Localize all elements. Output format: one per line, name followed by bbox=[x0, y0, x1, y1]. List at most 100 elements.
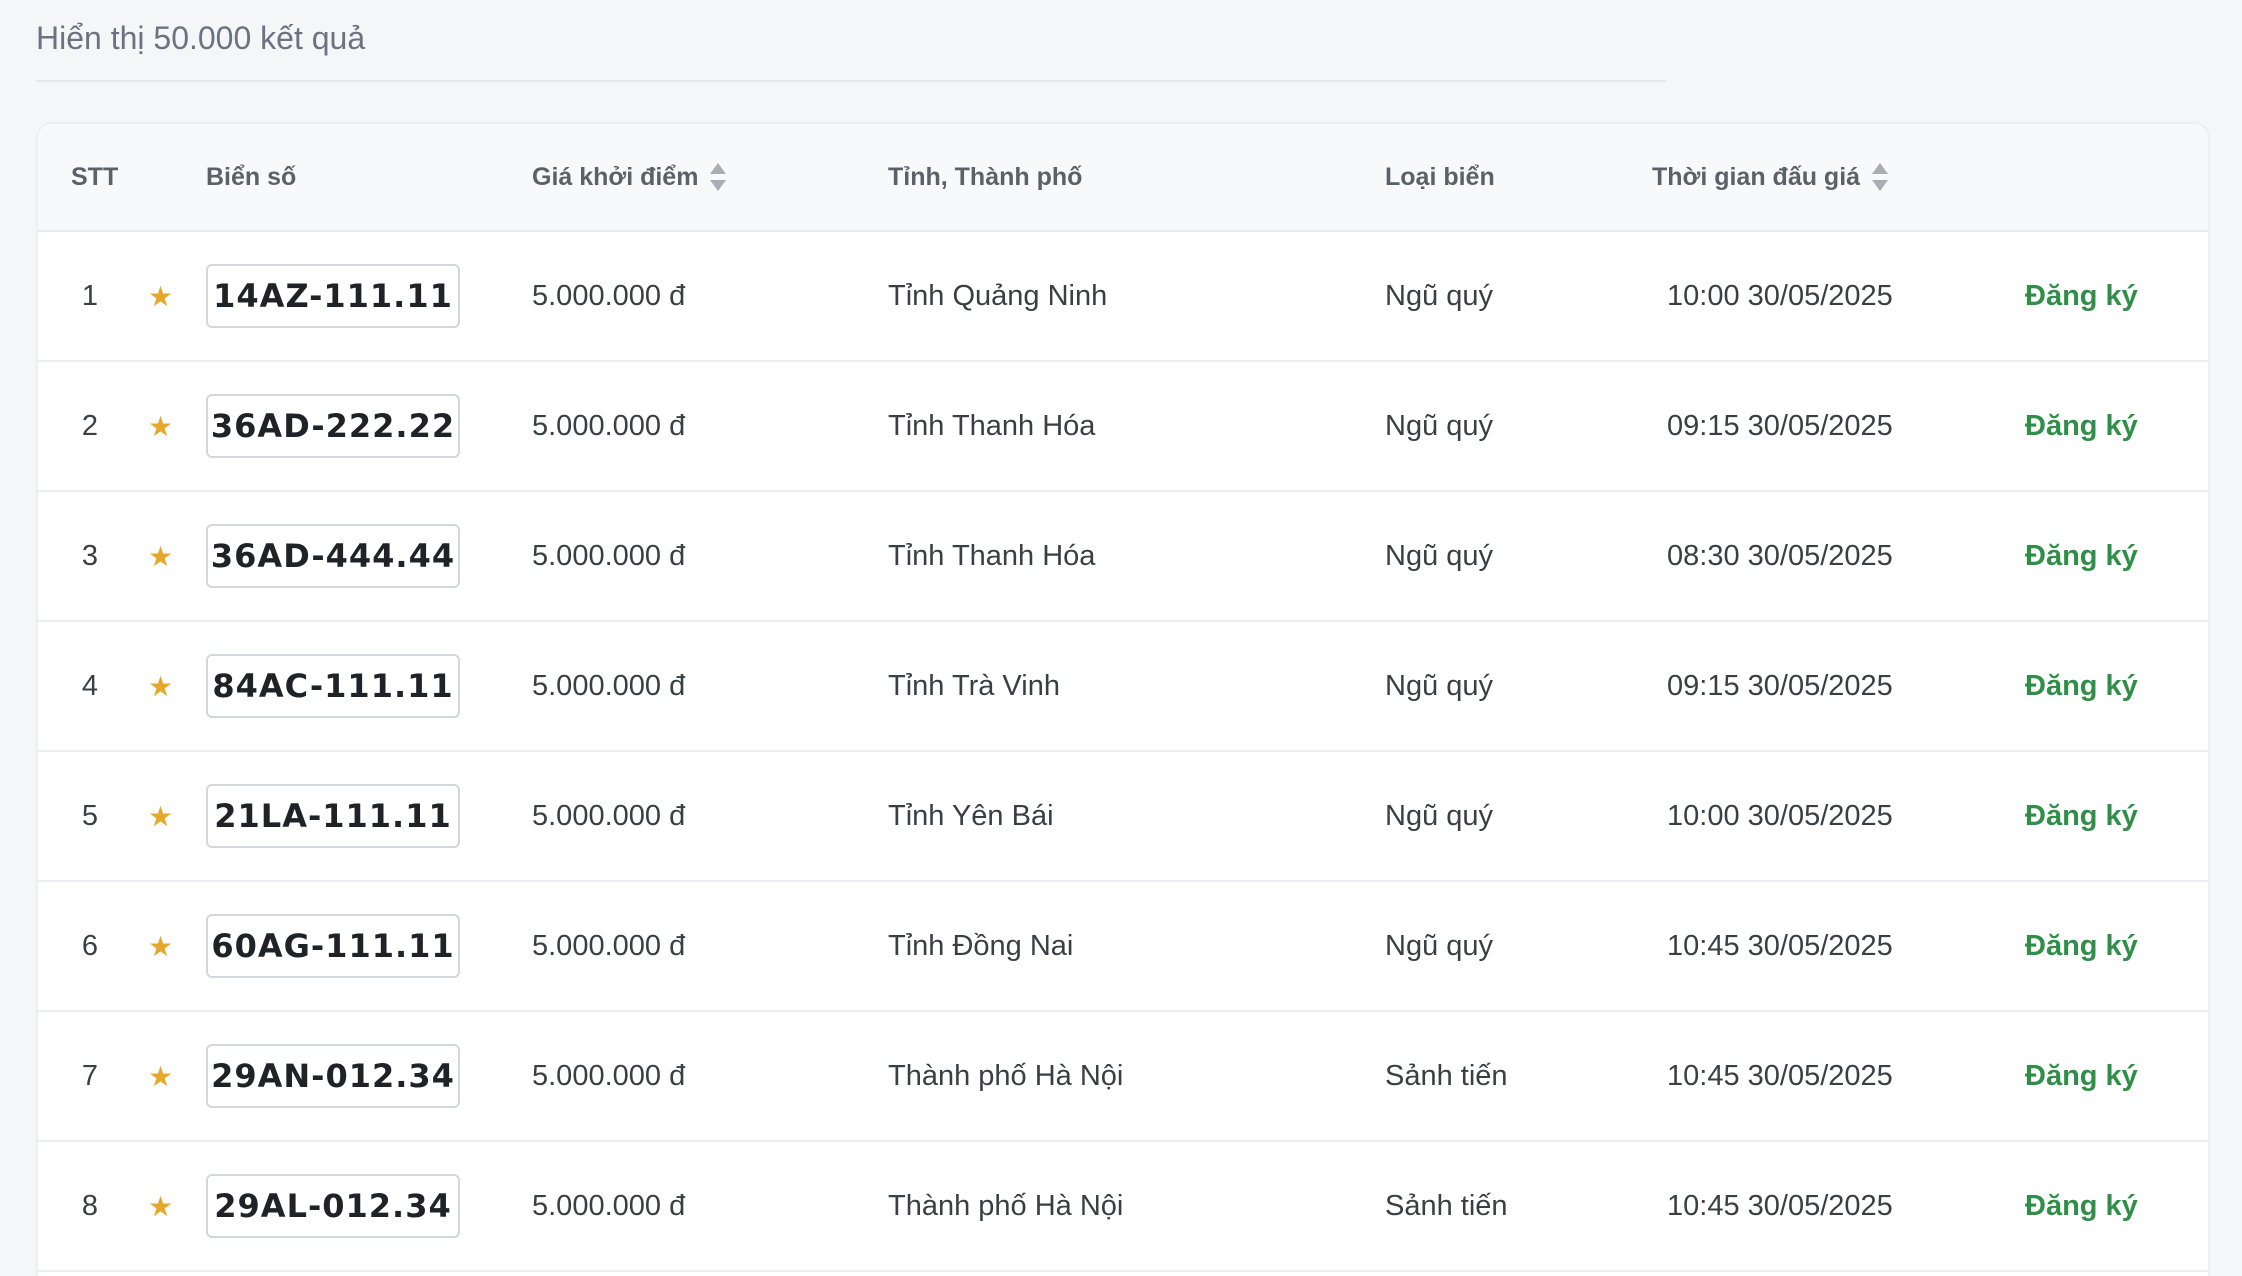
row-stt: 1 bbox=[81, 279, 99, 312]
column-header-price-label[interactable]: Giá khởi điểm bbox=[532, 124, 698, 230]
row-stt: 8 bbox=[81, 1189, 99, 1222]
row-type: Ngũ quý bbox=[1385, 539, 1494, 572]
row-stt: 4 bbox=[81, 669, 99, 702]
row-type: Ngũ quý bbox=[1385, 669, 1494, 702]
star-icon[interactable]: ★ bbox=[148, 410, 173, 443]
column-header-time-label[interactable]: Thời gian đấu giá bbox=[1652, 124, 1860, 230]
column-header-plate-label: Biển số bbox=[206, 163, 297, 191]
register-link[interactable]: Đăng ký bbox=[2025, 1060, 2138, 1093]
favorite-button[interactable]: ★ bbox=[148, 1142, 173, 1270]
register-button[interactable]: Đăng ký bbox=[2025, 362, 2138, 490]
row-province: Thành phố Hà Nội bbox=[888, 1189, 1124, 1222]
result-divider bbox=[36, 80, 1666, 82]
register-button[interactable]: Đăng ký bbox=[2025, 492, 2138, 620]
row-price: 5.000.000 đ bbox=[532, 669, 686, 702]
table-row: 2 ★ 36AD-222.22 5.000.000 đ Tỉnh Thanh H… bbox=[38, 362, 2208, 492]
row-province: Tỉnh Thanh Hóa bbox=[888, 409, 1096, 442]
favorite-button[interactable]: ★ bbox=[148, 882, 173, 1010]
row-stt: 2 bbox=[81, 409, 99, 442]
plate-cell: 29AN-012.34 bbox=[206, 1012, 460, 1140]
sort-icon[interactable] bbox=[710, 163, 727, 191]
row-province: Tỉnh Đồng Nai bbox=[888, 929, 1074, 962]
row-province: Tỉnh Quảng Ninh bbox=[888, 279, 1108, 312]
star-icon[interactable]: ★ bbox=[148, 670, 173, 703]
license-plate: 29AL-012.34 bbox=[206, 1174, 460, 1238]
row-price: 5.000.000 đ bbox=[532, 1059, 686, 1092]
favorite-button[interactable]: ★ bbox=[148, 232, 173, 360]
plate-cell: 21LA-111.11 bbox=[206, 752, 460, 880]
row-price: 5.000.000 đ bbox=[532, 929, 686, 962]
register-button[interactable]: Đăng ký bbox=[2025, 1142, 2138, 1270]
row-time: 10:45 30/05/2025 bbox=[1667, 1189, 1893, 1222]
star-icon[interactable]: ★ bbox=[148, 930, 173, 963]
row-type: Sảnh tiến bbox=[1385, 1059, 1508, 1092]
star-icon[interactable]: ★ bbox=[148, 1190, 173, 1223]
page: Hiển thị 50.000 kết quả STT Biển số Giá … bbox=[0, 0, 2242, 1276]
register-button[interactable]: Đăng ký bbox=[2025, 752, 2138, 880]
table-row: 1 ★ 14AZ-111.11 5.000.000 đ Tỉnh Quảng N… bbox=[38, 232, 2208, 362]
row-province: Tỉnh Thanh Hóa bbox=[888, 539, 1096, 572]
table-row: 8 ★ 29AL-012.34 5.000.000 đ Thành phố Hà… bbox=[38, 1142, 2208, 1272]
star-icon[interactable]: ★ bbox=[148, 1060, 173, 1093]
row-time: 10:45 30/05/2025 bbox=[1667, 929, 1893, 962]
license-plate: 21LA-111.11 bbox=[206, 784, 460, 848]
register-link[interactable]: Đăng ký bbox=[2025, 280, 2138, 313]
plate-cell: 84AC-111.11 bbox=[206, 622, 460, 750]
register-link[interactable]: Đăng ký bbox=[2025, 540, 2138, 573]
favorite-button[interactable]: ★ bbox=[148, 362, 173, 490]
column-header-stt-label: STT bbox=[71, 163, 119, 191]
license-plate: 36AD-444.44 bbox=[206, 524, 460, 588]
favorite-button[interactable]: ★ bbox=[148, 492, 173, 620]
license-plate: 36AD-222.22 bbox=[206, 394, 460, 458]
register-button[interactable]: Đăng ký bbox=[2025, 232, 2138, 360]
register-link[interactable]: Đăng ký bbox=[2025, 930, 2138, 963]
favorite-button[interactable]: ★ bbox=[148, 752, 173, 880]
row-price: 5.000.000 đ bbox=[532, 539, 686, 572]
table-row: 3 ★ 36AD-444.44 5.000.000 đ Tỉnh Thanh H… bbox=[38, 492, 2208, 622]
row-type: Sảnh tiến bbox=[1385, 1189, 1508, 1222]
license-plate: 84AC-111.11 bbox=[206, 654, 460, 718]
column-header-province: Tỉnh, Thành phố bbox=[888, 124, 1082, 230]
plates-table: STT Biển số Giá khởi điểm Tỉnh, Thành ph… bbox=[36, 122, 2210, 1276]
row-province: Tỉnh Yên Bái bbox=[888, 799, 1054, 832]
register-link[interactable]: Đăng ký bbox=[2025, 800, 2138, 833]
row-type: Ngũ quý bbox=[1385, 279, 1494, 312]
row-time: 09:15 30/05/2025 bbox=[1667, 409, 1893, 442]
table-row: 7 ★ 29AN-012.34 5.000.000 đ Thành phố Hà… bbox=[38, 1012, 2208, 1142]
star-icon[interactable]: ★ bbox=[148, 800, 173, 833]
column-header-time[interactable]: Thời gian đấu giá bbox=[1652, 124, 1889, 230]
register-link[interactable]: Đăng ký bbox=[2025, 1190, 2138, 1223]
row-province: Thành phố Hà Nội bbox=[888, 1059, 1124, 1092]
license-plate: 60AG-111.11 bbox=[206, 914, 460, 978]
register-button[interactable]: Đăng ký bbox=[2025, 1012, 2138, 1140]
sort-icon[interactable] bbox=[1872, 163, 1889, 191]
column-header-type-label: Loại biển bbox=[1385, 163, 1495, 191]
favorite-button[interactable]: ★ bbox=[148, 1012, 173, 1140]
column-header-stt: STT bbox=[71, 124, 118, 230]
column-header-type: Loại biển bbox=[1385, 124, 1495, 230]
register-button[interactable]: Đăng ký bbox=[2025, 882, 2138, 1010]
table-row: 5 ★ 21LA-111.11 5.000.000 đ Tỉnh Yên Bái… bbox=[38, 752, 2208, 882]
plate-cell: 29AL-012.34 bbox=[206, 1142, 460, 1270]
row-type: Ngũ quý bbox=[1385, 409, 1494, 442]
result-count: Hiển thị 50.000 kết quả bbox=[36, 20, 366, 56]
column-header-province-label: Tỉnh, Thành phố bbox=[888, 163, 1083, 191]
plate-cell: 36AD-222.22 bbox=[206, 362, 460, 490]
column-header-price[interactable]: Giá khởi điểm bbox=[532, 124, 727, 230]
plate-cell: 14AZ-111.11 bbox=[206, 232, 460, 360]
row-price: 5.000.000 đ bbox=[532, 409, 686, 442]
register-button[interactable]: Đăng ký bbox=[2025, 622, 2138, 750]
row-stt: 5 bbox=[81, 799, 99, 832]
row-time: 10:00 30/05/2025 bbox=[1667, 279, 1893, 312]
row-price: 5.000.000 đ bbox=[532, 1189, 686, 1222]
star-icon[interactable]: ★ bbox=[148, 280, 173, 313]
row-price: 5.000.000 đ bbox=[532, 799, 686, 832]
row-time: 08:30 30/05/2025 bbox=[1667, 539, 1893, 572]
row-province: Tỉnh Trà Vinh bbox=[888, 669, 1060, 702]
row-type: Ngũ quý bbox=[1385, 929, 1494, 962]
register-link[interactable]: Đăng ký bbox=[2025, 410, 2138, 443]
star-icon[interactable]: ★ bbox=[148, 540, 173, 573]
register-link[interactable]: Đăng ký bbox=[2025, 670, 2138, 703]
row-stt: 3 bbox=[81, 539, 99, 572]
favorite-button[interactable]: ★ bbox=[148, 622, 173, 750]
